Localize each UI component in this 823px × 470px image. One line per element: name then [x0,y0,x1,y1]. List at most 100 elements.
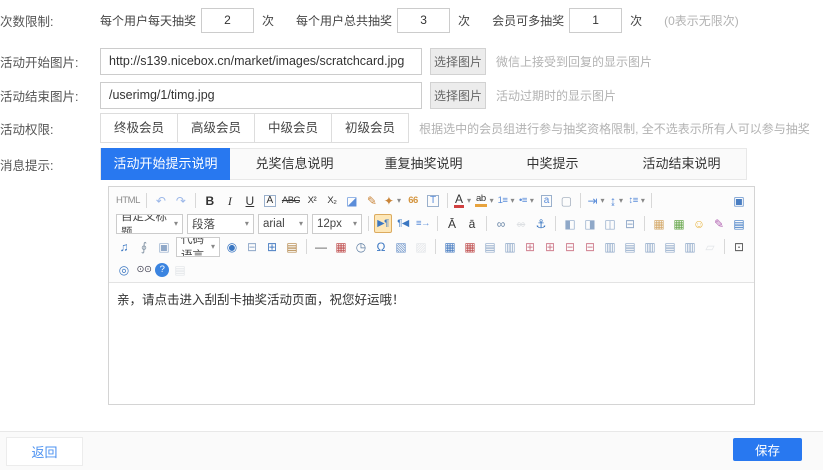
delete-row-icon[interactable]: ⊟ [561,237,579,256]
format-brush-icon[interactable]: ✎ [363,191,381,210]
tab-win-prompt[interactable]: 中奖提示 [488,149,617,179]
member-option-senior[interactable]: 高级会员 [177,114,254,142]
redo-icon[interactable]: ↷ [172,191,190,210]
tab-activity-start-prompt[interactable]: 活动开始提示说明 [101,148,230,180]
blockquote-icon[interactable]: 66 [404,191,422,210]
time-icon[interactable]: ◷ [352,237,370,256]
line-height-icon[interactable]: ↕≡▾ [628,191,646,210]
baidu-app-icon[interactable]: ⊞ [263,237,281,256]
image-icon[interactable]: ▦ [650,214,668,233]
merge-cells-icon[interactable]: ▥ [601,237,619,256]
member-option-ultimate[interactable]: 终极会员 [101,114,177,142]
blank-doc-icon[interactable]: ▢ [557,191,575,210]
back-button[interactable]: 返回 [6,437,83,466]
toolbar-separator [195,193,196,208]
page-break-icon[interactable]: ⊟ [243,237,261,256]
fullscreen-icon[interactable]: ▣ [730,191,748,210]
underline-icon[interactable]: U [241,191,259,210]
insert-table-icon[interactable]: ▦ [441,237,459,256]
merge-down-icon[interactable]: ▥ [641,237,659,256]
eraser-icon[interactable]: ◪ [343,191,361,210]
toolbar-separator [435,239,436,254]
split-cols-icon[interactable]: ▥ [681,237,699,256]
to-uppercase-icon[interactable]: Ā [443,214,461,233]
message-row: 消息提示: 活动开始提示说明 兑奖信息说明 重复抽奖说明 中奖提示 活动结束说明 [0,148,747,180]
image-manager-icon[interactable]: ▧ [392,237,410,256]
print-icon[interactable]: ⊡ [730,237,748,256]
superscript-icon[interactable]: X² [303,191,321,210]
font-border-icon[interactable]: A [261,191,279,210]
merge-right-icon[interactable]: ▤ [621,237,639,256]
scrawl-icon[interactable]: ✎ [710,214,728,233]
direction-rtl-icon[interactable]: ¶◀ [394,214,412,233]
undo-icon[interactable]: ↶ [152,191,170,210]
video-icon[interactable]: ▤ [730,214,748,233]
font-family-select[interactable]: arial▾ [258,214,308,234]
anchor-icon[interactable]: ⚓ [532,214,550,233]
emoticon-icon[interactable]: ☺ [690,214,708,233]
strikethrough-icon[interactable]: ABC [281,191,301,210]
member-option-junior[interactable]: 初级会员 [331,114,408,142]
unordered-list-icon[interactable]: •≡▾ [517,191,535,210]
image-align-none-icon[interactable]: ◧ [561,214,579,233]
code-language-select[interactable]: 代码语言▾ [176,237,220,257]
image-align-center-icon[interactable]: ◫ [601,214,619,233]
autotypeset-icon[interactable]: ✦▾ [383,191,402,210]
anchor-box-icon[interactable]: a [537,191,555,210]
insert-col-icon[interactable]: ⊞ [541,237,559,256]
daily-limit-input[interactable] [201,8,254,33]
paragraph-format-select[interactable]: 段落▾ [187,214,254,234]
split-rows-icon[interactable]: ▤ [661,237,679,256]
tab-activity-end[interactable]: 活动结束说明 [617,149,746,179]
delete-col-icon[interactable]: ⊟ [581,237,599,256]
font-color-icon[interactable]: A▾ [453,191,472,210]
italic-icon[interactable]: I [221,191,239,210]
to-lowercase-icon[interactable]: ā [463,214,481,233]
insert-image-icon[interactable]: ▦ [670,214,688,233]
horizontal-rule-icon[interactable]: — [312,237,330,256]
bold-icon[interactable]: B [201,191,219,210]
snapshot-icon[interactable]: ◉ [223,237,241,256]
member-option-middle[interactable]: 中级会员 [254,114,331,142]
paragraph-spacing-icon[interactable]: ↨▾ [608,191,626,210]
toolbar-separator [306,239,307,254]
start-image-input[interactable] [100,48,422,75]
source-html-button[interactable]: HTML [115,191,141,210]
paste-plain-icon[interactable]: T [424,191,442,210]
table-title-row-icon[interactable]: ▥ [501,237,519,256]
font-size-select[interactable]: 12px▾ [312,214,362,234]
indent-icon[interactable]: ⇥▾ [586,191,605,210]
search-replace-icon[interactable]: ⊙⊙ [135,260,153,279]
tab-repeat-draw[interactable]: 重复抽奖说明 [359,149,488,179]
attachment-icon[interactable]: ∮ [135,237,153,256]
image-align-left-icon[interactable]: ◨ [581,214,599,233]
member-extra-group: 会员可多抽奖 次 [492,8,642,33]
highlight-color-icon[interactable]: ab▾ [474,191,495,210]
date-icon[interactable]: ▦ [332,237,350,256]
start-image-pick-button[interactable]: 选择图片 [430,48,486,75]
member-extra-input[interactable] [569,8,622,33]
end-image-pick-button[interactable]: 选择图片 [430,82,486,109]
music-icon[interactable]: ♫ [115,237,133,256]
tab-redeem-info[interactable]: 兑奖信息说明 [230,149,359,179]
editor-content[interactable]: 亲，请点击进入刮刮卡抽奖活动页面，祝您好运哦！ [109,282,754,404]
image-align-right-icon[interactable]: ⊟ [621,214,639,233]
first-line-indent-icon[interactable]: ≡→ [414,214,432,233]
insert-frame-icon[interactable]: ▣ [155,237,173,256]
subscript-icon[interactable]: X₂ [323,191,341,210]
end-image-input[interactable] [100,82,422,109]
total-limit-input[interactable] [397,8,450,33]
ordered-list-icon[interactable]: 1≡▾ [497,191,516,210]
template-icon[interactable]: ▤ [283,237,301,256]
total-limit-unit: 次 [458,12,470,29]
preview-icon[interactable]: ◎ [115,260,133,279]
custom-title-select[interactable]: 自定义标题▾ [116,214,183,234]
special-char-icon[interactable]: Ω [372,237,390,256]
link-icon[interactable]: ∞ [492,214,510,233]
save-button[interactable]: 保存 [733,438,802,461]
delete-table-icon[interactable]: ▦ [461,237,479,256]
help-icon[interactable]: ? [155,263,169,277]
insert-row-icon[interactable]: ⊞ [521,237,539,256]
table-title-cell-icon[interactable]: ▤ [481,237,499,256]
direction-ltr-icon[interactable]: ▶¶ [374,214,392,233]
